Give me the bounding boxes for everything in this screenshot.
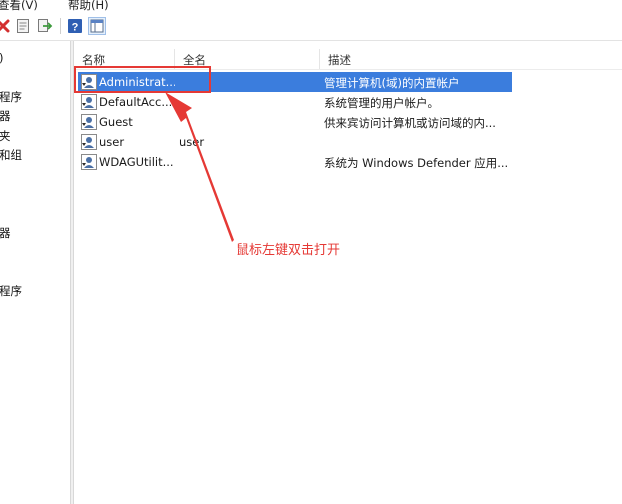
annotation-text: 鼠标左键双击打开: [236, 243, 341, 258]
